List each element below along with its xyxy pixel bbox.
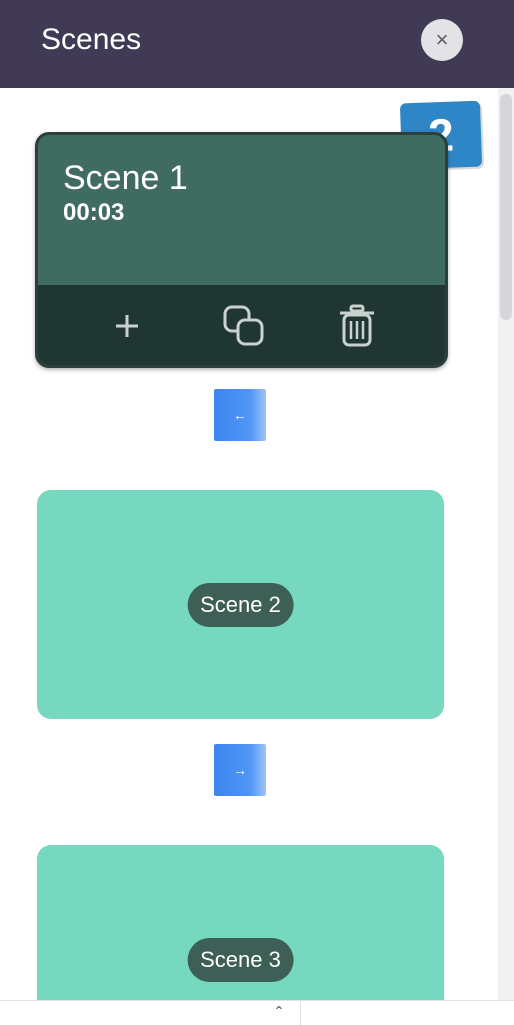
add-scene-button[interactable] xyxy=(100,299,154,353)
scene-toolbar xyxy=(38,285,445,365)
arrow-left-icon: ← xyxy=(233,407,247,423)
scene-card-2[interactable]: Scene 2 xyxy=(37,490,444,719)
arrow-right-icon: → xyxy=(233,762,247,778)
close-icon: × xyxy=(435,27,449,52)
duplicate-icon xyxy=(223,305,264,346)
scene-label: Scene 3 xyxy=(187,937,294,982)
footer-divider xyxy=(300,1001,301,1025)
scenes-header: Scenes × xyxy=(0,0,514,88)
transition-button-2[interactable]: → xyxy=(214,744,266,796)
scene-card-active[interactable]: Scene 1 00:03 xyxy=(35,132,448,368)
trash-icon xyxy=(340,304,374,347)
scenes-panel: 2 Scene 1 00:03 xyxy=(0,88,514,1000)
caret-up-icon: ˆ xyxy=(276,1004,282,1024)
panel-title: Scenes xyxy=(41,23,142,56)
scene-duration: 00:03 xyxy=(63,199,125,226)
scrollbar-thumb[interactable] xyxy=(500,94,512,320)
footer-strip: ˆ xyxy=(0,1000,514,1025)
transition-button-1[interactable]: ← xyxy=(214,389,266,441)
scene-label: Scene 2 xyxy=(187,582,294,627)
scene-name: Scene 1 xyxy=(63,159,188,197)
duplicate-scene-button[interactable] xyxy=(217,299,271,353)
plus-icon xyxy=(116,315,138,337)
delete-scene-button[interactable] xyxy=(330,299,384,353)
close-button[interactable]: × xyxy=(421,19,463,61)
scene-card-3[interactable]: Scene 3 xyxy=(37,845,444,1000)
